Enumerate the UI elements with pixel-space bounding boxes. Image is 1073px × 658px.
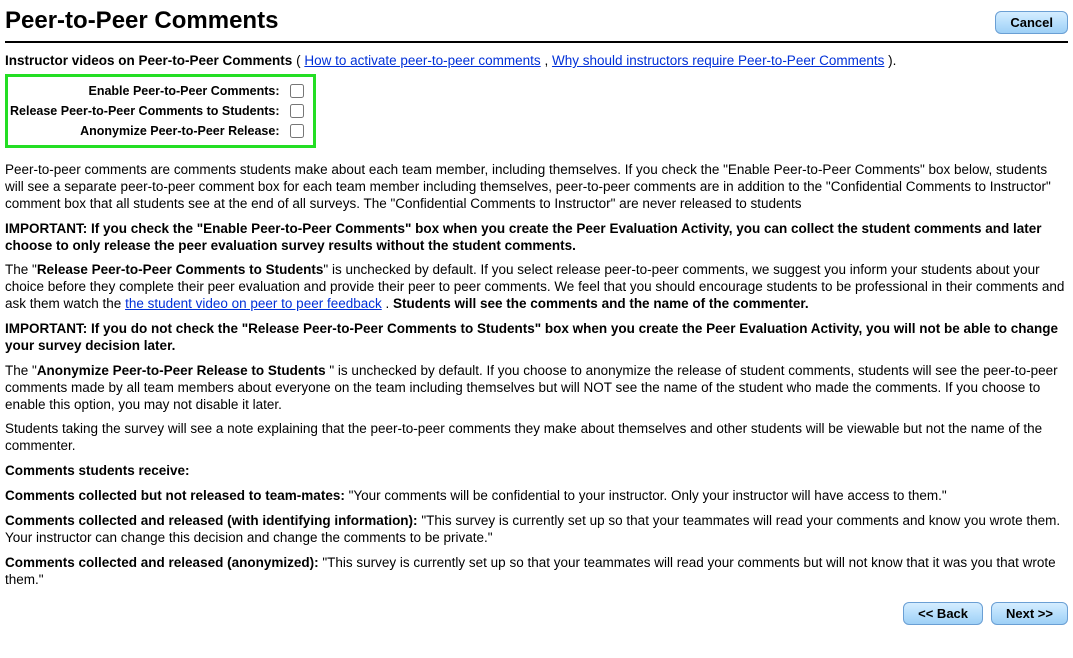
page-title: Peer-to-Peer Comments <box>5 7 278 35</box>
paragraph-7-heading: Comments students receive: <box>5 463 1068 480</box>
intro-close-paren: ). <box>888 53 896 68</box>
link-activate-p2p[interactable]: How to activate peer-to-peer comments <box>304 53 540 68</box>
anonymize-p2p-checkbox[interactable] <box>290 124 304 138</box>
p5-pre: The " <box>5 363 37 378</box>
p9-bold: Comments collected and released (with id… <box>5 513 418 528</box>
paragraph-8: Comments collected but not released to t… <box>5 488 1068 505</box>
p3-bold2: Students will see the comments and the n… <box>393 296 809 311</box>
paragraph-5: The "Anonymize Peer-to-Peer Release to S… <box>5 363 1068 414</box>
release-p2p-checkbox[interactable] <box>290 104 304 118</box>
p3-mid2: . <box>382 296 393 311</box>
option-row-anonymize: Anonymize Peer-to-Peer Release: <box>10 121 307 141</box>
p3-pre: The " <box>5 262 37 277</box>
paragraph-3: The "Release Peer-to-Peer Comments to St… <box>5 262 1068 313</box>
paragraph-4-important: IMPORTANT: If you do not check the "Rele… <box>5 321 1068 355</box>
intro-separator: , <box>544 53 552 68</box>
back-button[interactable]: << Back <box>903 602 983 625</box>
intro-line: Instructor videos on Peer-to-Peer Commen… <box>5 53 1068 68</box>
paragraph-10: Comments collected and released (anonymi… <box>5 555 1068 589</box>
enable-p2p-label: Enable Peer-to-Peer Comments: <box>88 82 279 100</box>
link-student-video[interactable]: the student video on peer to peer feedba… <box>125 296 382 311</box>
link-why-require-p2p[interactable]: Why should instructors require Peer-to-P… <box>552 53 884 68</box>
next-button[interactable]: Next >> <box>991 602 1068 625</box>
footer-buttons: << Back Next >> <box>5 602 1068 625</box>
page-content: Instructor videos on Peer-to-Peer Commen… <box>5 53 1068 625</box>
release-p2p-label: Release Peer-to-Peer Comments to Student… <box>10 102 280 120</box>
enable-p2p-checkbox[interactable] <box>290 84 304 98</box>
p3-bold1: Release Peer-to-Peer Comments to Student… <box>37 262 324 277</box>
options-box: Enable Peer-to-Peer Comments: Release Pe… <box>5 74 316 148</box>
anonymize-p2p-label: Anonymize Peer-to-Peer Release: <box>80 122 279 140</box>
intro-lead: Instructor videos on Peer-to-Peer Commen… <box>5 53 292 68</box>
p5-bold: Anonymize Peer-to-Peer Release to Studen… <box>37 363 330 378</box>
paragraph-9: Comments collected and released (with id… <box>5 513 1068 547</box>
option-row-release: Release Peer-to-Peer Comments to Student… <box>10 101 307 121</box>
page-header: Peer-to-Peer Comments Cancel <box>5 5 1068 43</box>
paragraph-6: Students taking the survey will see a no… <box>5 421 1068 455</box>
p10-bold: Comments collected and released (anonymi… <box>5 555 319 570</box>
p8-bold: Comments collected but not released to t… <box>5 488 345 503</box>
paragraph-1: Peer-to-peer comments are comments stude… <box>5 162 1068 213</box>
p8-rest: "Your comments will be confidential to y… <box>345 488 947 503</box>
option-row-enable: Enable Peer-to-Peer Comments: <box>10 81 307 101</box>
paragraph-2-important: IMPORTANT: If you check the "Enable Peer… <box>5 221 1068 255</box>
cancel-button[interactable]: Cancel <box>995 11 1068 34</box>
